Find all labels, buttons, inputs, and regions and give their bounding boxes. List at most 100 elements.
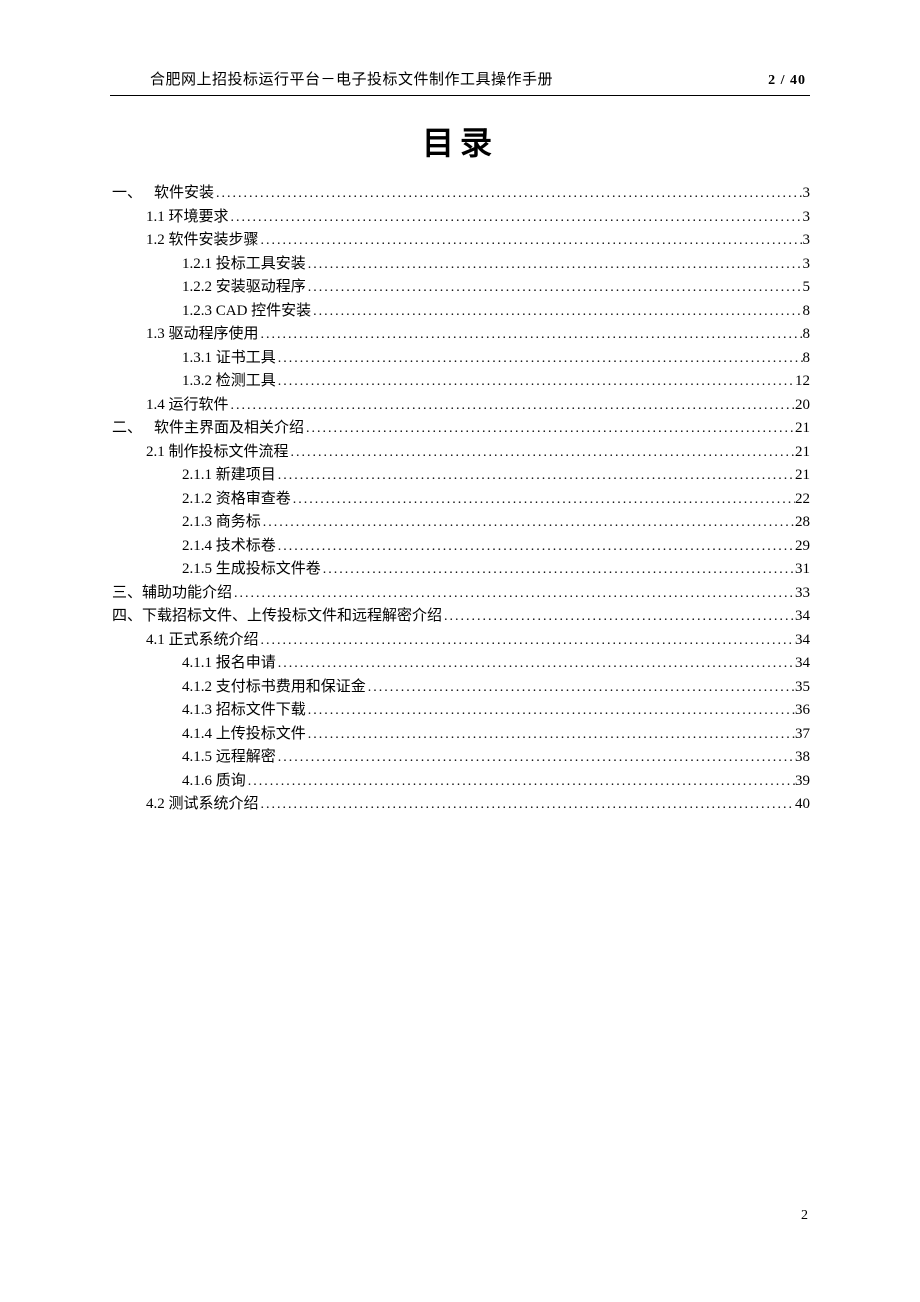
toc-entry-page: 8: [803, 347, 811, 371]
toc-entry-prefix: 二、: [112, 417, 142, 441]
toc-entry-page: 31: [795, 558, 810, 582]
toc-entry-prefix: 1.2: [146, 229, 165, 253]
toc-leader-dots: [276, 535, 795, 559]
header-page-indicator: 2 / 40: [768, 73, 806, 89]
document-page: 合肥网上招投标运行平台－电子投标文件制作工具操作手册 2 / 40 目录 一、软…: [0, 0, 920, 817]
toc-entry-prefix: 2.1.4: [182, 535, 212, 559]
toc-entry-page: 28: [795, 511, 810, 535]
toc-entry-text: 资格审查卷: [212, 491, 291, 507]
toc-entry-page: 34: [795, 629, 810, 653]
toc-entry-prefix: 2.1: [146, 441, 165, 465]
toc-entry: 1.1 环境要求3: [110, 206, 810, 230]
toc-leader-dots: [306, 276, 803, 300]
toc-leader-dots: [276, 652, 795, 676]
toc-entry: 4.1.2 支付标书费用和保证金35: [110, 676, 810, 700]
toc-leader-dots: [306, 723, 795, 747]
toc-leader-dots: [304, 417, 795, 441]
toc-entry-prefix: 2.1.5: [182, 558, 212, 582]
toc-leader-dots: [276, 347, 803, 371]
toc-entry-label: 三、辅助功能介绍: [112, 582, 232, 606]
toc-entry: 4.1.1 报名申请34: [110, 652, 810, 676]
toc-entry-label: 2.1.4 技术标卷: [182, 535, 276, 559]
toc-entry-label: 1.3.2 检测工具: [182, 370, 276, 394]
toc-entry: 1.2.2 安装驱动程序5: [110, 276, 810, 300]
toc-entry: 2.1.4 技术标卷29: [110, 535, 810, 559]
toc-entry-page: 21: [795, 464, 810, 488]
toc-entry-label: 1.2.1 投标工具安装: [182, 253, 306, 277]
toc-leader-dots: [229, 206, 803, 230]
toc-entry: 1.2.3 CAD 控件安装8: [110, 300, 810, 324]
toc-entry: 4.1.6 质询39: [110, 770, 810, 794]
toc-entry-text: 报名申请: [212, 655, 276, 671]
toc-entry-label: 4.1.5 远程解密: [182, 746, 276, 770]
toc-leader-dots: [311, 300, 802, 324]
toc-entry-prefix: 4.1.4: [182, 723, 212, 747]
toc-entry: 1.2 软件安装步骤 3: [110, 229, 810, 253]
toc-entry-text: 远程解密: [212, 749, 276, 765]
toc-entry-prefix: 4.1.3: [182, 699, 212, 723]
toc-entry-page: 12: [795, 370, 810, 394]
toc-entry: 4.1.3 招标文件下载36: [110, 699, 810, 723]
toc-entry-text: 制作投标文件流程: [165, 444, 289, 460]
toc-entry-text: 软件主界面及相关介绍: [154, 420, 304, 436]
header-title: 合肥网上招投标运行平台－电子投标文件制作工具操作手册: [150, 68, 553, 89]
toc-entry-prefix: 1.2.1: [182, 253, 212, 277]
toc-entry-page: 34: [795, 605, 810, 629]
toc-entry: 2.1.3 商务标28: [110, 511, 810, 535]
toc-leader-dots: [229, 394, 795, 418]
toc-entry-text: 招标文件下载: [212, 702, 306, 718]
toc-entry-page: 3: [803, 182, 811, 206]
toc-entry-text: 投标工具安装: [212, 256, 306, 272]
toc-entry-text: 质询: [212, 773, 246, 789]
toc-entry-prefix: 4.1.5: [182, 746, 212, 770]
toc-entry-prefix: 4.1.6: [182, 770, 212, 794]
toc-entry-label: 4.1.3 招标文件下载: [182, 699, 306, 723]
toc-entry-label: 2.1.5 生成投标文件卷: [182, 558, 321, 582]
toc-entry-label: 4.1 正式系统介绍: [146, 629, 259, 653]
toc-leader-dots: [259, 323, 803, 347]
toc-entry: 4.1 正式系统介绍 34: [110, 629, 810, 653]
toc-entry-text: 技术标卷: [212, 538, 276, 554]
toc-entry-text: 辅助功能介绍: [142, 585, 232, 601]
toc-leader-dots: [259, 629, 795, 653]
toc-leader-dots: [261, 511, 795, 535]
toc-leader-dots: [321, 558, 795, 582]
toc-entry: 1.3.2 检测工具 12: [110, 370, 810, 394]
toc-entry: 1.4 运行软件20: [110, 394, 810, 418]
toc-entry: 三、辅助功能介绍 33: [110, 582, 810, 606]
toc-entry: 1.3.1 证书工具8: [110, 347, 810, 371]
toc-entry-label: 四、下载招标文件、上传投标文件和远程解密介绍: [112, 605, 442, 629]
toc-entry-text: 证书工具: [212, 350, 276, 366]
toc-entry: 2.1 制作投标文件流程21: [110, 441, 810, 465]
toc-entry-prefix: 1.4: [146, 394, 165, 418]
toc-entry-page: 37: [795, 723, 810, 747]
toc-entry-text: 支付标书费用和保证金: [212, 679, 366, 695]
toc-entry-page: 3: [803, 229, 811, 253]
toc-entry-text: 安装驱动程序: [212, 279, 306, 295]
toc-entry-text: 软件安装: [154, 185, 214, 201]
toc-entry-label: 4.1.6 质询: [182, 770, 246, 794]
toc-leader-dots: [259, 229, 803, 253]
toc-entry-text: 下载招标文件、上传投标文件和远程解密介绍: [142, 608, 442, 624]
toc-entry-text: 驱动程序使用: [165, 326, 259, 342]
page-header: 合肥网上招投标运行平台－电子投标文件制作工具操作手册 2 / 40: [110, 68, 810, 96]
toc-entry-text: 环境要求: [165, 209, 229, 225]
toc-entry: 4.2 测试系统介绍40: [110, 793, 810, 817]
toc-entry-text: CAD 控件安装: [212, 303, 311, 319]
toc-entry-prefix: 一、: [112, 182, 142, 206]
toc-entry-page: 33: [795, 582, 810, 606]
toc-leader-dots: [442, 605, 795, 629]
toc-leader-dots: [306, 253, 803, 277]
toc-entry-label: 一、软件安装: [112, 182, 214, 206]
toc-entry-label: 4.2 测试系统介绍: [146, 793, 259, 817]
toc-entry: 4.1.4 上传投标文件37: [110, 723, 810, 747]
toc-leader-dots: [276, 464, 795, 488]
toc-entry-label: 2.1.2 资格审查卷: [182, 488, 291, 512]
toc-entry-text: 软件安装步骤: [165, 232, 259, 248]
toc-entry-page: 22: [795, 488, 810, 512]
toc-entry-label: 2.1.1 新建项目: [182, 464, 276, 488]
toc-leader-dots: [291, 488, 795, 512]
toc-entry-label: 二、软件主界面及相关介绍: [112, 417, 304, 441]
toc-entry-text: 运行软件: [165, 397, 229, 413]
toc-entry-label: 1.3 驱动程序使用: [146, 323, 259, 347]
